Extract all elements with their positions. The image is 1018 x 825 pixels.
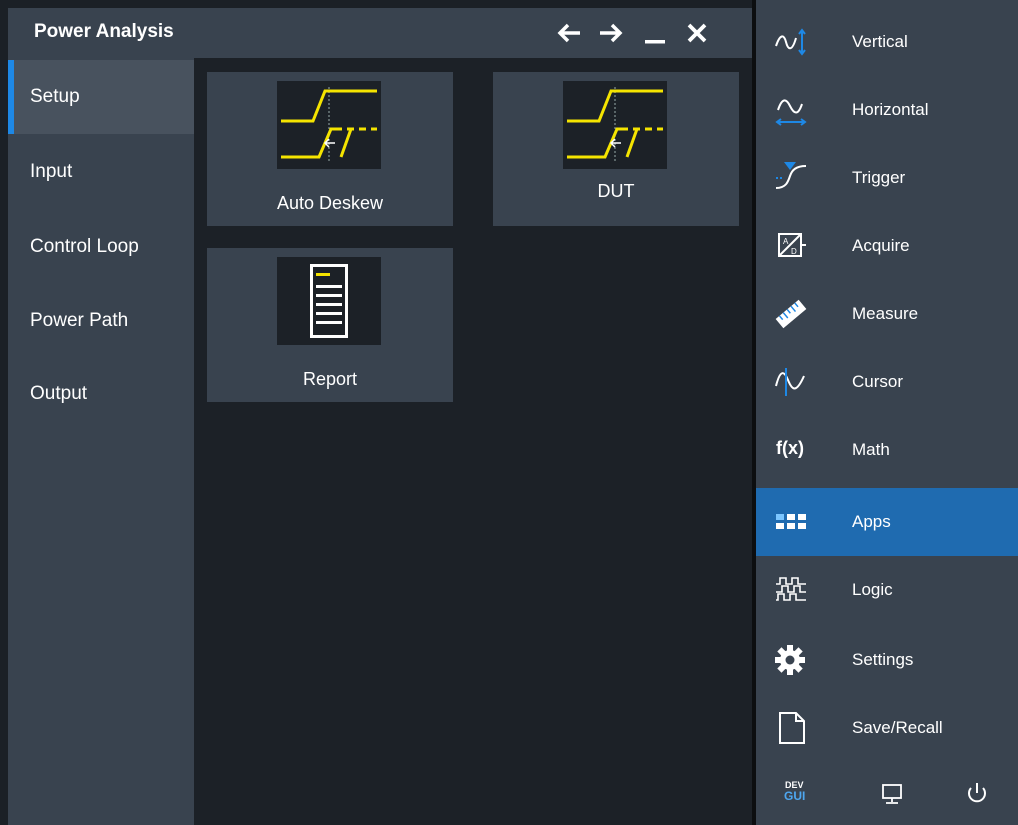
dev-gui-icon[interactable]: DEV GUI <box>782 778 816 810</box>
trigger-icon <box>774 162 808 194</box>
menu-item-trigger[interactable]: Trigger <box>756 144 1018 212</box>
menu-item-save-recall[interactable]: Save/Recall <box>756 694 1018 762</box>
logic-icon <box>774 574 808 606</box>
report-document-icon <box>277 257 381 345</box>
auto-deskew-tile[interactable]: Auto Deskew <box>207 72 453 226</box>
horizontal-icon <box>774 94 808 126</box>
svg-text:D: D <box>791 247 797 256</box>
acquire-icon: AD <box>774 230 808 262</box>
main-menu: Vertical Horizontal Trigger AD Acquire M… <box>756 0 1018 825</box>
menu-label: Trigger <box>852 168 906 187</box>
power-analysis-dialog: Power Analysis Setup Input Control Loop … <box>8 8 752 825</box>
back-arrow-icon[interactable] <box>556 20 582 46</box>
tile-label: DUT <box>597 181 635 201</box>
gear-icon <box>774 644 808 676</box>
minimize-icon[interactable] <box>642 20 668 46</box>
ruler-icon <box>774 298 808 330</box>
power-icon[interactable] <box>960 778 994 810</box>
menu-item-apps[interactable]: Apps <box>756 488 1018 556</box>
menu-label: Save/Recall <box>852 718 943 737</box>
nav-item-input[interactable]: Input <box>8 135 194 209</box>
menu-label: Settings <box>852 650 914 669</box>
menu-item-cursor[interactable]: Cursor <box>756 348 1018 416</box>
menu-item-acquire[interactable]: AD Acquire <box>756 212 1018 280</box>
vertical-icon <box>774 26 808 58</box>
menu-label: Cursor <box>852 372 904 391</box>
menu-item-logic[interactable]: Logic <box>756 556 1018 624</box>
cursor-icon <box>774 366 808 398</box>
nav-item-output[interactable]: Output <box>8 357 194 431</box>
tile-label: Auto Deskew <box>276 193 384 213</box>
menu-label: Horizontal <box>852 100 929 119</box>
menu-item-vertical[interactable]: Vertical <box>756 8 1018 76</box>
close-icon[interactable] <box>684 20 710 46</box>
menu-label: Measure <box>852 304 919 323</box>
menu-item-measure[interactable]: Measure <box>756 280 1018 348</box>
content-area: Auto Deskew DUT Report <box>194 58 752 825</box>
nav-item-control-loop[interactable]: Control Loop <box>8 210 194 284</box>
deskew-waveform-icon <box>563 81 667 169</box>
fx-icon-text: f(x) <box>776 438 804 458</box>
dialog-title: Power Analysis <box>34 21 174 42</box>
nav-item-setup[interactable]: Setup <box>8 60 194 134</box>
left-nav: Setup Input Control Loop Power Path Outp… <box>8 58 194 825</box>
dut-tile[interactable]: DUT <box>493 72 739 226</box>
svg-text:A: A <box>783 237 789 246</box>
forward-arrow-icon[interactable] <box>598 20 624 46</box>
menu-bottom-bar: DEV GUI <box>756 760 1018 825</box>
menu-item-settings[interactable]: Settings <box>756 626 1018 694</box>
menu-item-horizontal[interactable]: Horizontal <box>756 76 1018 144</box>
menu-label: Logic <box>852 580 893 599</box>
dialog-titlebar: Power Analysis <box>8 8 752 58</box>
menu-label: Vertical <box>852 32 908 51</box>
report-tile[interactable]: Report <box>207 248 453 402</box>
menu-label: Math <box>852 440 890 459</box>
menu-label: Acquire <box>852 236 910 255</box>
tile-label: Report <box>302 369 358 389</box>
fx-icon: f(x) <box>774 434 808 466</box>
nav-item-power-path[interactable]: Power Path <box>8 284 194 358</box>
document-icon <box>774 712 808 744</box>
menu-label: Apps <box>852 512 891 531</box>
dev-gui-icon-bottom: GUI <box>784 789 806 803</box>
apps-grid-icon <box>774 506 808 538</box>
menu-item-math[interactable]: f(x) Math <box>756 416 1018 484</box>
monitor-icon[interactable] <box>876 778 910 810</box>
deskew-waveform-icon <box>277 81 381 169</box>
